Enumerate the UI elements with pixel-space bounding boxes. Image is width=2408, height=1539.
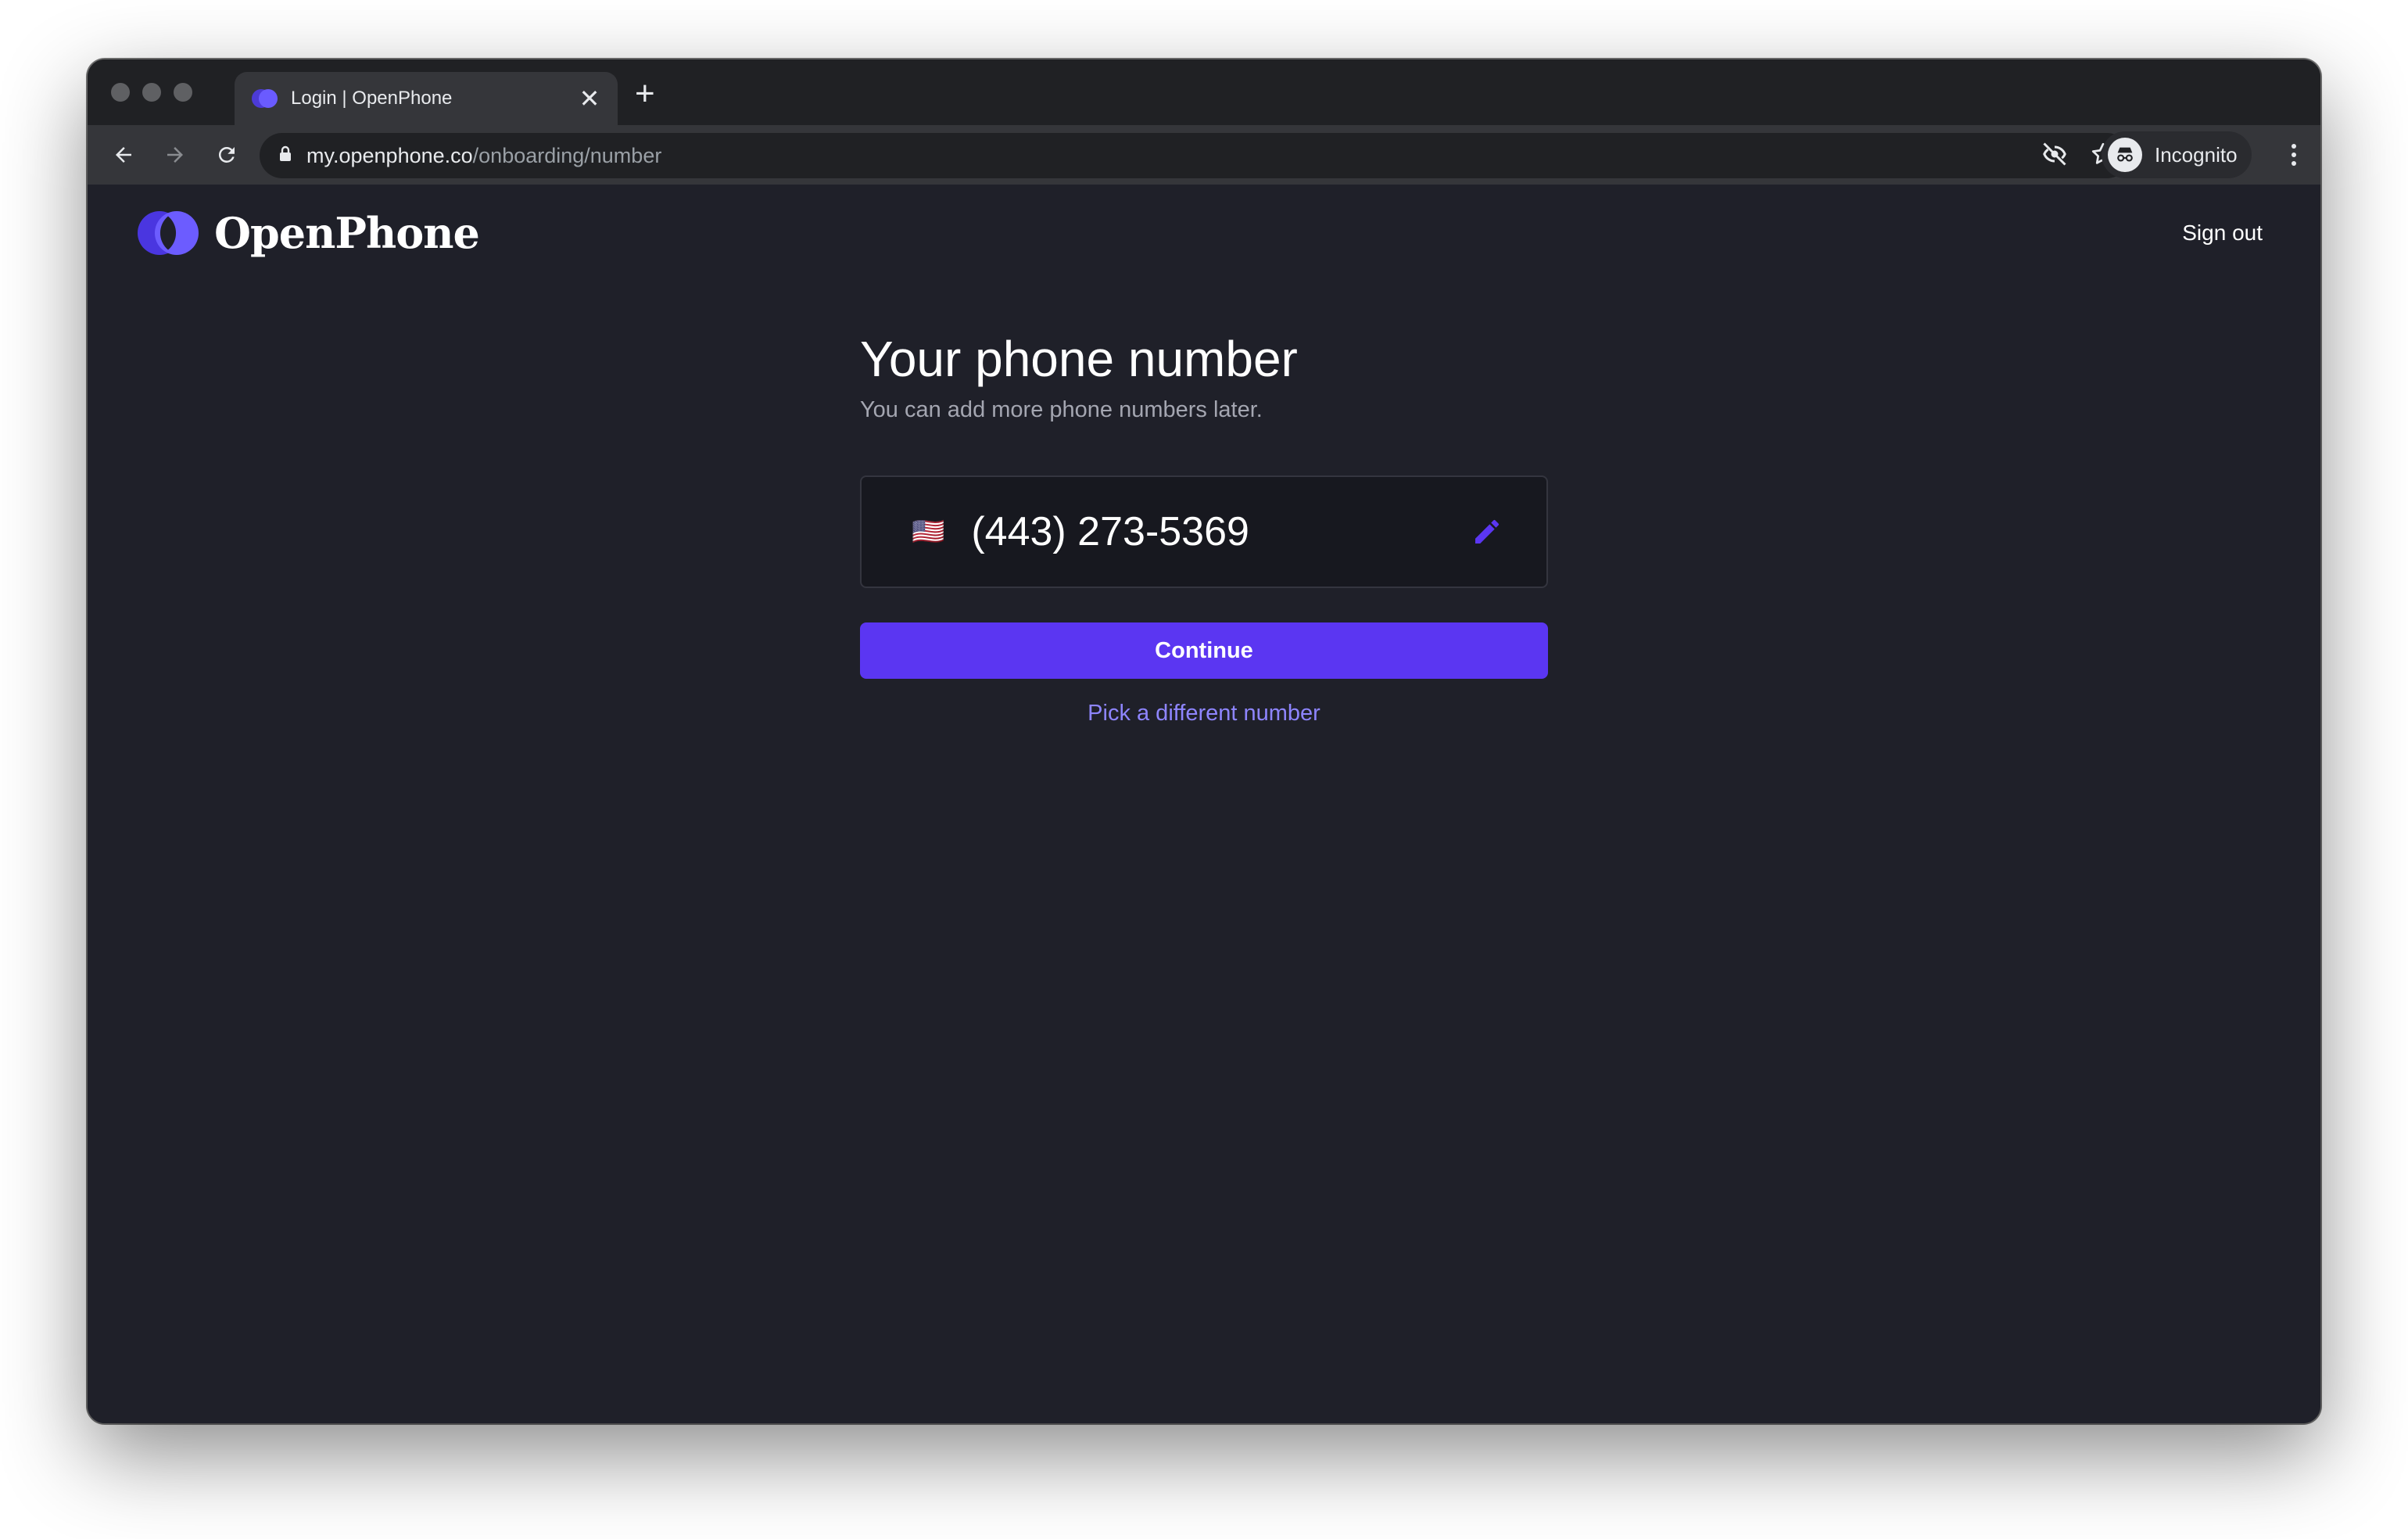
url-path: /onboarding/number <box>472 143 662 167</box>
eye-off-icon[interactable] <box>2041 140 2069 172</box>
incognito-icon <box>2108 138 2142 172</box>
incognito-profile-button[interactable]: Incognito <box>2102 131 2252 178</box>
incognito-label: Incognito <box>2155 142 2238 167</box>
openphone-logo-icon <box>136 209 200 257</box>
browser-window: Login | OpenPhone ✕ + my.openphone.co/on… <box>88 59 2320 1423</box>
browser-menu-icon[interactable] <box>2278 139 2309 170</box>
tab-close-icon[interactable]: ✕ <box>577 86 602 111</box>
us-flag-icon: 🇺🇸 <box>912 517 945 547</box>
close-window-dot[interactable] <box>111 83 130 102</box>
openphone-favicon-icon <box>252 86 278 111</box>
browser-titlebar: Login | OpenPhone ✕ + <box>88 59 2320 125</box>
brand-name: OpenPhone <box>214 208 480 258</box>
page-content: OpenPhone Sign out Your phone number You… <box>88 185 2320 1423</box>
minimize-window-dot[interactable] <box>142 83 161 102</box>
reload-icon[interactable] <box>210 138 244 172</box>
continue-button[interactable]: Continue <box>860 622 1548 679</box>
phone-number-display: 🇺🇸 (443) 273-5369 <box>860 475 1548 588</box>
edit-pencil-icon[interactable] <box>1464 508 1510 555</box>
phone-number: (443) 273-5369 <box>971 509 1249 554</box>
lock-icon <box>278 145 292 167</box>
pick-different-number-link[interactable]: Pick a different number <box>860 701 1548 726</box>
page-subtitle: You can add more phone numbers later. <box>860 397 1263 422</box>
browser-toolbar: my.openphone.co/onboarding/number Incogn… <box>88 125 2320 185</box>
tab-title: Login | OpenPhone <box>291 88 453 109</box>
forward-arrow-icon[interactable] <box>158 138 192 172</box>
url-text: my.openphone.co/onboarding/number <box>306 144 661 168</box>
address-bar[interactable]: my.openphone.co/onboarding/number <box>260 133 2130 178</box>
sign-out-link[interactable]: Sign out <box>2182 221 2263 246</box>
brand-logo[interactable]: OpenPhone <box>136 208 480 258</box>
back-arrow-icon[interactable] <box>106 138 141 172</box>
maximize-window-dot[interactable] <box>174 83 192 102</box>
new-tab-button[interactable]: + <box>635 77 655 111</box>
browser-tab[interactable]: Login | OpenPhone ✕ <box>235 72 618 125</box>
url-host: my.openphone.co <box>306 143 473 167</box>
page-title: Your phone number <box>860 331 1298 387</box>
